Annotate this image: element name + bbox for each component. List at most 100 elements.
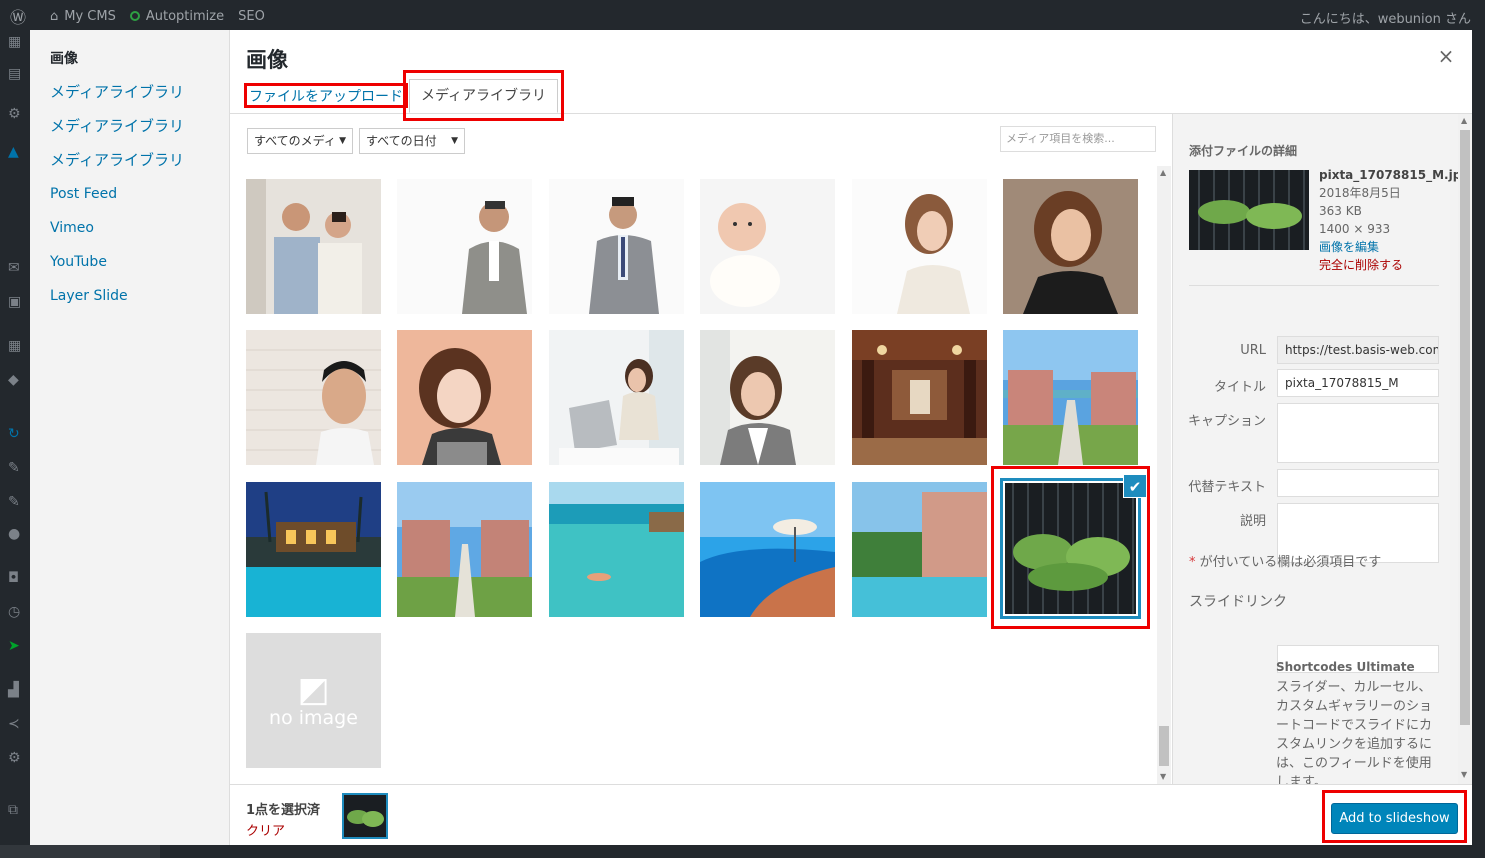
check-icon[interactable]: ✔ — [1123, 474, 1147, 498]
attachment-pool-night[interactable] — [246, 482, 381, 617]
attachment-woman-1[interactable] — [852, 179, 987, 314]
media-modal: 画像 メディアライブラリ メディアライブラリ メディアライブラリ Post Fe… — [30, 30, 1472, 845]
menu-item-media-library-3[interactable]: メディアライブラリ — [30, 150, 229, 184]
tab-media-library[interactable]: メディアライブラリ — [409, 79, 558, 113]
plugin-icon[interactable]: ⚙ — [8, 106, 21, 122]
attachments-grid: ◩ no image ✔ — [246, 179, 1156, 785]
sidebar-scrollbar[interactable]: ▲ ▼ — [1458, 114, 1472, 784]
edit-image-link[interactable]: 画像を編集 — [1319, 238, 1470, 256]
alt-text-field[interactable] — [1277, 469, 1439, 497]
caption-label: キャプション — [1187, 414, 1266, 429]
attachment-infinity-pool[interactable] — [700, 482, 835, 617]
add-to-slideshow-button[interactable]: Add to slideshow — [1331, 803, 1458, 834]
alt-text-label: 代替テキスト — [1188, 480, 1266, 495]
attachment-meta: pixta_17078815_M.jpg 2018年8月5日 363 KB 14… — [1319, 166, 1470, 274]
bird-icon[interactable]: ≺ — [8, 716, 20, 732]
wrench-icon[interactable]: ✎ — [8, 460, 20, 476]
attachment-man-brick[interactable] — [246, 330, 381, 465]
scroll-down-icon[interactable]: ▼ — [1160, 772, 1166, 781]
attachment-woman-2[interactable] — [1003, 179, 1138, 314]
admin-bar-greeting[interactable]: こんにちは、webunion さん — [1300, 8, 1471, 27]
clock-icon[interactable]: ◷ — [8, 604, 20, 620]
filter-type-select[interactable]: すべてのメディ ▼ — [247, 128, 353, 154]
attachment-dimensions: 1400 × 933 — [1319, 222, 1391, 236]
grid-scrollbar-thumb[interactable] — [1159, 726, 1169, 766]
slide-link-label: スライドリンク — [1189, 594, 1287, 610]
sidebar-scrollbar-thumb[interactable] — [1460, 130, 1470, 725]
media-footer: 1点を選択済 クリア Add to slideshow — [230, 784, 1472, 845]
admin-bar-autoptimize[interactable]: Autoptimize — [129, 9, 224, 24]
caret-down-icon: ▼ — [451, 136, 458, 146]
sidebar-divider — [1189, 285, 1439, 286]
menu-item-layer-slide[interactable]: Layer Slide — [30, 286, 229, 320]
image-icon[interactable]: ▣ — [8, 294, 21, 310]
attachment-lagoon[interactable] — [549, 482, 684, 617]
selection-count: 1点を選択済 — [246, 803, 321, 818]
title-field[interactable]: pixta_17078815_M — [1277, 369, 1439, 397]
selection-thumbnail[interactable] — [342, 793, 388, 839]
menu-item-vimeo[interactable]: Vimeo — [30, 218, 229, 252]
description-label: 説明 — [1239, 514, 1266, 529]
attachment-details-thumbnail — [1189, 170, 1309, 250]
close-icon[interactable]: × — [1434, 44, 1458, 68]
attachment-resort-1[interactable] — [1003, 330, 1138, 465]
wordpress-logo-icon[interactable]: Ⓦ — [0, 4, 36, 28]
media-menu-heading[interactable]: 画像 — [30, 48, 229, 67]
menu-item-media-library-1[interactable]: メディアライブラリ — [30, 82, 229, 116]
attachment-baby[interactable] — [700, 179, 835, 314]
filter-date-select[interactable]: すべての日付 ▼ — [359, 128, 465, 154]
gear-icon[interactable]: ⚙ — [8, 750, 21, 766]
menu-item-post-feed[interactable]: Post Feed — [30, 184, 229, 218]
scroll-down-icon[interactable]: ▼ — [1461, 770, 1467, 779]
home-icon: ⌂ — [50, 8, 59, 24]
attachment-details-sidebar: 添付ファイルの詳細 pixta_17078815_M.jpg 2018年8月5日… — [1172, 114, 1472, 784]
clear-selection-link[interactable]: クリア — [246, 820, 285, 839]
scroll-up-icon[interactable]: ▲ — [1160, 168, 1166, 177]
admin-bar-seo[interactable]: SEO — [238, 9, 265, 24]
attachment-woman-laptop[interactable] — [549, 330, 684, 465]
camera-icon[interactable]: ◘ — [8, 570, 19, 586]
url-field[interactable]: https://test.basis-web.com/ — [1277, 336, 1439, 364]
admin-bar: Ⓦ ⌂ My CMS Autoptimize SEO こんにちは、webunion… — [0, 0, 1485, 32]
attachment-resort-2[interactable] — [397, 482, 532, 617]
chart-icon[interactable]: ▟ — [8, 682, 19, 698]
attachment-businessman-2[interactable] — [549, 179, 684, 314]
attachment-businessman-1[interactable] — [397, 179, 532, 314]
tab-upload-files[interactable]: ファイルをアップロード — [244, 83, 408, 108]
refresh-icon[interactable]: ↻ — [8, 426, 20, 442]
shortcodes-title: Shortcodes Ultimate — [1276, 660, 1415, 674]
selected-border — [1000, 478, 1141, 619]
menu-item-youtube[interactable]: YouTube — [30, 252, 229, 286]
backdrop-strip — [0, 845, 160, 858]
attachment-woman-bob[interactable] — [397, 330, 532, 465]
caption-field[interactable] — [1277, 403, 1439, 463]
attachment-no-image[interactable]: ◩ no image — [246, 633, 381, 768]
grid-icon[interactable]: ▦ — [8, 338, 21, 354]
arrow-icon[interactable]: ➤ — [8, 638, 20, 654]
shield-icon[interactable]: ◆ — [8, 372, 19, 388]
caret-down-icon: ▼ — [339, 136, 346, 146]
grid-scrollbar[interactable]: ▲ ▼ — [1157, 166, 1171, 784]
mountain-icon[interactable]: ▲ — [8, 144, 19, 160]
admin-side-menu: ▦ ▤ ⚙ ▲ ✉ ▣ ▦ ◆ ↻ ✎ ✎ ● ◘ ◷ ➤ ▟ ≺ ⚙ ⧉ — [0, 32, 30, 858]
scroll-up-icon[interactable]: ▲ — [1461, 116, 1467, 125]
admin-bar-site[interactable]: ⌂ My CMS — [50, 9, 116, 24]
user-icon[interactable]: ● — [8, 526, 20, 542]
pages-icon[interactable]: ▤ — [8, 66, 21, 82]
status-circle-icon — [129, 11, 140, 21]
delete-permanently-link[interactable]: 完全に削除する — [1319, 256, 1470, 274]
media-search-input[interactable]: メディア項目を検索... — [1000, 126, 1156, 152]
mail-icon[interactable]: ✉ — [8, 260, 20, 276]
attachment-details-heading: 添付ファイルの詳細 — [1189, 144, 1298, 158]
url-label: URL — [1240, 343, 1266, 358]
collapse-icon[interactable]: ⧉ — [8, 802, 18, 818]
attachment-resort-pool[interactable] — [852, 482, 987, 617]
calendar-icon[interactable]: ▦ — [8, 34, 21, 50]
attachment-businesswoman[interactable] — [700, 330, 835, 465]
menu-item-media-library-2[interactable]: メディアライブラリ — [30, 116, 229, 150]
tool-icon[interactable]: ✎ — [8, 494, 20, 510]
attachment-shrine-interior[interactable] — [852, 330, 987, 465]
attachment-couple[interactable] — [246, 179, 381, 314]
modal-title: 画像 — [246, 48, 288, 72]
media-toolbar: すべてのメディ ▼ すべての日付 ▼ メディア項目を検索... — [230, 114, 1172, 164]
